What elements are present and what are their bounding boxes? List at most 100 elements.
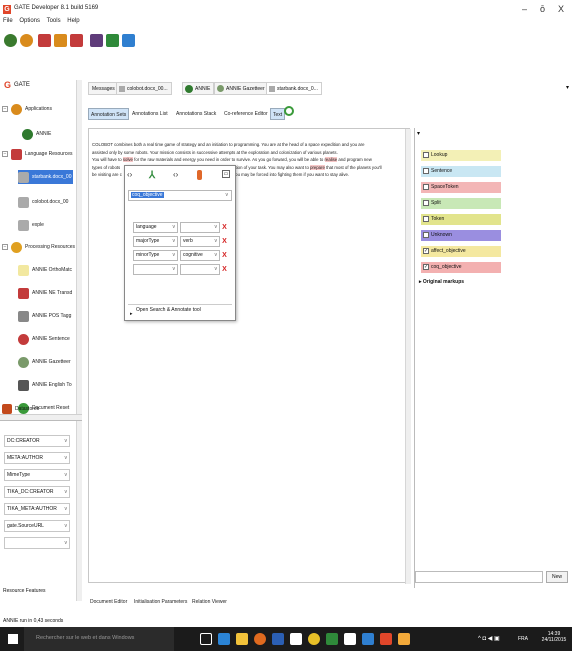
tab-document-editor[interactable]: Document Editor — [88, 596, 129, 608]
tree-item-starbank[interactable]: starbank.docx_00 — [18, 170, 74, 184]
search-icon[interactable] — [284, 106, 294, 116]
tree-icon[interactable] — [122, 34, 135, 47]
annotation-type-coq-objective[interactable]: ✓ coq_objective — [421, 262, 501, 273]
feature-name-field[interactable]: language v — [133, 222, 178, 233]
tab-annie-gazetteer[interactable]: ANNIE Gazetteer — [214, 82, 269, 95]
tree-item-pos-tagger[interactable]: ANNIE POS Tagg — [18, 309, 71, 323]
system-tray-icons[interactable]: ^ ◘ ◀ ▣ — [478, 635, 500, 642]
open-search-annotate-button[interactable]: ▸ Open Search & Annotate tool — [128, 304, 232, 317]
outlook-icon[interactable] — [362, 633, 374, 645]
annotation-type-split[interactable]: Split — [421, 198, 501, 209]
feature-value-field[interactable]: verb v — [180, 236, 220, 247]
feature-row[interactable]: DC:CREATOR v — [4, 435, 70, 447]
tab-annotations-stack[interactable]: Annotations Stack — [174, 108, 218, 120]
feature-row[interactable]: TIKA_META:AUTHOR v — [4, 503, 70, 515]
taskbar-search[interactable]: Rechercher sur le web et dans Windows — [24, 627, 174, 651]
triangle-down-icon[interactable]: ▾ — [417, 130, 420, 137]
tree-item-applications[interactable]: − Applications — [2, 102, 52, 116]
feature-row[interactable]: v — [4, 537, 70, 549]
remove-feature-icon[interactable]: X — [221, 251, 228, 260]
menu-tools[interactable]: Tools — [47, 18, 61, 24]
original-markups-set[interactable]: ▸ Original markups — [419, 279, 464, 285]
feature-value-field[interactable]: v — [180, 222, 220, 233]
annotation-type-spacetoken[interactable]: SpaceToken — [421, 182, 501, 193]
tab-relation-viewer[interactable]: Relation Viewer — [190, 596, 229, 608]
windows-start-icon[interactable] — [8, 634, 18, 644]
new-app-icon[interactable] — [20, 34, 33, 47]
feature-row[interactable]: META:AUTHOR v — [4, 452, 70, 464]
tree-item-annie[interactable]: ANNIE — [22, 127, 51, 141]
new-set-input[interactable] — [415, 571, 543, 583]
tab-annie[interactable]: ANNIE — [182, 82, 215, 95]
feature-value-field[interactable]: v — [180, 264, 220, 275]
new-set-button[interactable]: New — [546, 571, 568, 583]
app-icon[interactable] — [290, 633, 302, 645]
annotation-type-field[interactable]: coq_objective v — [128, 190, 232, 201]
language-indicator[interactable]: FRA — [518, 636, 528, 642]
adjust-left-icon[interactable]: ⅄ — [149, 170, 155, 181]
tree-item-orthomatcher[interactable]: ANNIE OrthoMatc — [18, 263, 72, 277]
tab-text[interactable]: Text — [270, 108, 286, 120]
annotation-type-token[interactable]: Token — [421, 214, 501, 225]
tab-initialisation-parameters[interactable]: Initialisation Parameters — [132, 596, 189, 608]
tab-starbank[interactable]: starbank.docx_0... — [266, 82, 322, 95]
menu-help[interactable]: Help — [67, 18, 79, 24]
edge-icon[interactable] — [218, 633, 230, 645]
chrome-icon[interactable] — [308, 633, 320, 645]
annotation-type-sentence[interactable]: Sentence — [421, 166, 501, 177]
tree-item-exple[interactable]: exple — [18, 218, 44, 232]
tree-item-gazetteer[interactable]: ANNIE Gazetteer — [18, 355, 71, 369]
annotation-highlight[interactable]: realise — [324, 157, 338, 162]
annotation-type-lookup[interactable]: Lookup — [421, 150, 501, 161]
maximize-button[interactable]: ō — [540, 4, 545, 14]
feature-row[interactable]: MimeType v — [4, 469, 70, 481]
close-button[interactable]: X — [558, 4, 564, 14]
photos-icon[interactable] — [344, 633, 356, 645]
menu-file[interactable]: File — [3, 18, 13, 24]
resource-features-label[interactable]: Resource Features — [3, 588, 46, 594]
next-annotation-icon[interactable]: ‹› — [173, 170, 178, 179]
features-scrollbar[interactable] — [76, 421, 82, 601]
excel-icon[interactable] — [326, 633, 338, 645]
previous-annotation-icon[interactable]: ‹› — [127, 170, 132, 179]
annotation-highlight[interactable]: solve — [122, 157, 133, 162]
menu-options[interactable]: Options — [19, 18, 40, 24]
tree-item-tokeniser[interactable]: ANNIE English To — [18, 378, 72, 392]
java-icon[interactable] — [398, 633, 410, 645]
feature-name-field[interactable]: majorType v — [133, 236, 178, 247]
remove-feature-icon[interactable]: X — [221, 265, 228, 274]
plugins-icon[interactable] — [90, 34, 103, 47]
feature-name-field[interactable]: v — [133, 264, 178, 275]
tab-coreference-editor[interactable]: Co-reference Editor — [222, 108, 270, 120]
feature-name-field[interactable]: minorType v — [133, 250, 178, 261]
tree-item-ne-transducer[interactable]: ANNIE NE Transd — [18, 286, 72, 300]
gate-icon[interactable] — [380, 633, 392, 645]
datastore-icon[interactable] — [70, 34, 83, 47]
tab-colobot[interactable]: colobot.docx_00... — [116, 82, 172, 95]
tab-messages[interactable]: Messages — [88, 82, 119, 95]
annotation-diff-icon[interactable] — [106, 34, 119, 47]
tab-annotations-list[interactable]: Annotations List — [130, 108, 170, 120]
annotation-type-affect-objective[interactable]: ✓ affect_objective — [421, 246, 501, 257]
feature-value-field[interactable]: cognitive v — [180, 250, 220, 261]
load-app-icon[interactable] — [4, 34, 17, 47]
tree-item-language-resources[interactable]: − Language Resources — [2, 147, 73, 161]
annotation-type-unknown[interactable]: Unknown — [421, 230, 501, 241]
remove-feature-icon[interactable]: X — [221, 237, 228, 246]
tree-item-datastores[interactable]: Datastores — [2, 404, 39, 414]
new-lr-icon[interactable] — [38, 34, 51, 47]
minimize-button[interactable]: – — [522, 4, 527, 14]
tab-annotation-sets[interactable]: Annotation Sets — [88, 108, 130, 120]
firefox-icon[interactable] — [254, 633, 266, 645]
annotation-highlight[interactable]: prepare — [310, 164, 325, 170]
tree-root[interactable]: G GATE — [4, 80, 30, 90]
tree-item-processing-resources[interactable]: − Processing Resources — [2, 240, 75, 254]
adjust-right-icon[interactable] — [197, 170, 202, 180]
document-scrollbar[interactable] — [405, 129, 411, 584]
clock[interactable]: 14:39 24/11/2015 — [538, 631, 570, 643]
new-pr-icon[interactable] — [54, 34, 67, 47]
task-view-icon[interactable] — [200, 633, 212, 645]
tree-scrollbar[interactable] — [76, 80, 82, 420]
remove-feature-icon[interactable]: X — [221, 223, 228, 232]
file-explorer-icon[interactable] — [236, 633, 248, 645]
